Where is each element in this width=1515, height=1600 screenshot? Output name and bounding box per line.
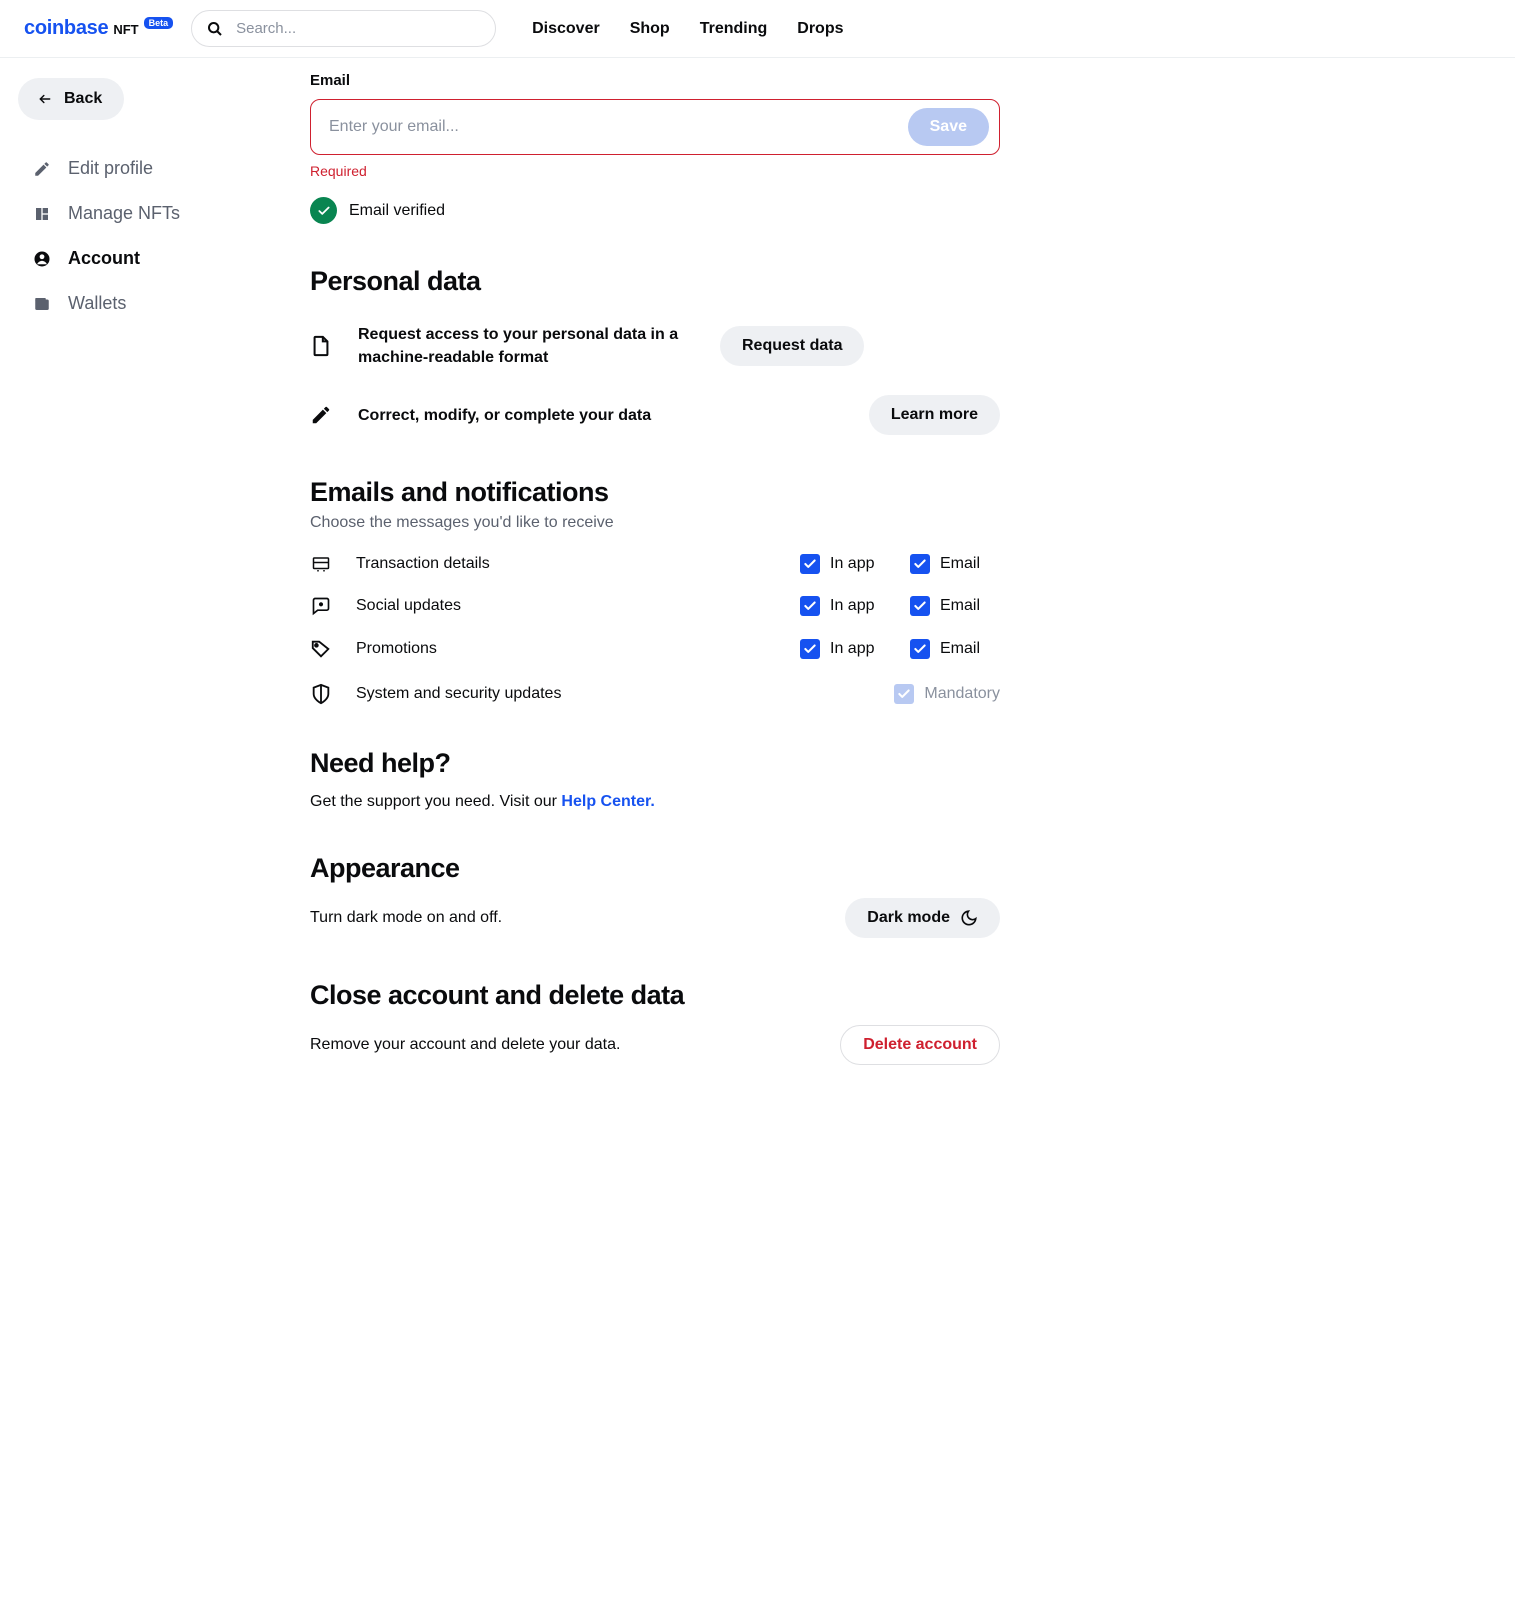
appearance-title: Appearance: [310, 853, 1000, 884]
appearance-row: Turn dark mode on and off. Dark mode: [310, 898, 1000, 938]
notif-row-security: System and security updates Mandatory: [310, 682, 1000, 706]
checkbox-email[interactable]: [910, 554, 930, 574]
back-button[interactable]: Back: [18, 78, 124, 120]
delete-account-button[interactable]: Delete account: [840, 1025, 1000, 1065]
checkbox-email[interactable]: [910, 639, 930, 659]
close-account-title: Close account and delete data: [310, 980, 1000, 1011]
shield-icon: [310, 682, 336, 706]
checkbox-label: Email: [940, 555, 980, 573]
main-content: Email Save Required Email verified Perso…: [310, 58, 1040, 1105]
check-cell-inapp: In app: [800, 639, 890, 659]
personal-data-desc: Request access to your personal data in …: [358, 323, 698, 369]
notif-row-promotions: Promotions In app Email: [310, 638, 1000, 660]
top-header: coinbase NFT Beta Discover Shop Trending…: [0, 0, 1515, 58]
back-label: Back: [64, 90, 102, 108]
sidebar-item-account[interactable]: Account: [18, 236, 292, 281]
personal-data-desc: Correct, modify, or complete your data: [358, 404, 847, 427]
moon-icon: [960, 909, 978, 927]
checkbox-inapp[interactable]: [800, 639, 820, 659]
logo-sub: NFT: [113, 22, 138, 37]
help-center-link[interactable]: Help Center.: [561, 793, 654, 810]
notif-row-social: Social updates In app Email: [310, 596, 1000, 616]
sidebar-item-label: Edit profile: [68, 158, 153, 179]
check-cell-mandatory: Mandatory: [894, 684, 1000, 704]
sidebar: Back Edit profile Manage NFTs Account: [0, 58, 310, 1105]
check-cell-inapp: In app: [800, 554, 890, 574]
arrow-left-icon: [36, 92, 54, 106]
request-data-button[interactable]: Request data: [720, 326, 864, 366]
account-icon: [32, 249, 52, 269]
sidebar-item-manage-nfts[interactable]: Manage NFTs: [18, 191, 292, 236]
email-box: Save: [310, 99, 1000, 155]
nav-shop[interactable]: Shop: [630, 20, 670, 38]
checkbox-label: Email: [940, 640, 980, 658]
pencil-icon: [310, 404, 336, 426]
search-wrap: [191, 10, 496, 47]
checkbox-mandatory: [894, 684, 914, 704]
checkbox-label: In app: [830, 597, 874, 615]
notif-label: Promotions: [356, 640, 780, 658]
chat-icon: [310, 596, 336, 616]
notifications-title: Emails and notifications: [310, 477, 1000, 508]
logo[interactable]: coinbase NFT Beta: [24, 17, 173, 40]
sidebar-item-label: Wallets: [68, 293, 126, 314]
notif-label: Transaction details: [356, 555, 780, 573]
transaction-icon: [310, 555, 336, 573]
check-cell-email: Email: [910, 596, 1000, 616]
beta-badge: Beta: [144, 17, 174, 29]
search-icon: [207, 21, 223, 37]
checkbox-inapp[interactable]: [800, 596, 820, 616]
checkbox-label: Email: [940, 597, 980, 615]
tag-icon: [310, 638, 336, 660]
main-nav: Discover Shop Trending Drops: [532, 20, 843, 38]
close-account-row: Remove your account and delete your data…: [310, 1025, 1000, 1065]
help-title: Need help?: [310, 748, 1000, 779]
learn-more-button[interactable]: Learn more: [869, 395, 1000, 435]
dark-mode-label: Dark mode: [867, 909, 950, 927]
sidebar-item-edit-profile[interactable]: Edit profile: [18, 146, 292, 191]
checkbox-email[interactable]: [910, 596, 930, 616]
email-label: Email: [310, 72, 1000, 89]
logo-main: coinbase: [24, 17, 108, 40]
help-text: Get the support you need. Visit our Help…: [310, 793, 1000, 811]
close-account-desc: Remove your account and delete your data…: [310, 1036, 620, 1054]
sidebar-item-label: Account: [68, 248, 140, 269]
check-cell-email: Email: [910, 554, 1000, 574]
email-input[interactable]: [329, 108, 908, 146]
grid-icon: [32, 204, 52, 224]
pencil-icon: [32, 159, 52, 179]
check-cell-inapp: In app: [800, 596, 890, 616]
email-verified-text: Email verified: [349, 202, 445, 220]
nav-discover[interactable]: Discover: [532, 20, 600, 38]
email-error: Required: [310, 163, 1000, 179]
appearance-desc: Turn dark mode on and off.: [310, 909, 502, 927]
checkbox-label: In app: [830, 640, 874, 658]
nav-trending[interactable]: Trending: [700, 20, 768, 38]
dark-mode-button[interactable]: Dark mode: [845, 898, 1000, 938]
checkbox-inapp[interactable]: [800, 554, 820, 574]
document-icon: [310, 333, 336, 359]
email-verified-row: Email verified: [310, 197, 1000, 224]
personal-data-row-request: Request access to your personal data in …: [310, 323, 1000, 369]
wallet-icon: [32, 294, 52, 314]
save-button[interactable]: Save: [908, 108, 989, 146]
sidebar-item-wallets[interactable]: Wallets: [18, 281, 292, 326]
notifications-sub: Choose the messages you'd like to receiv…: [310, 514, 1000, 532]
search-input[interactable]: [191, 10, 496, 47]
sidebar-item-label: Manage NFTs: [68, 203, 180, 224]
notif-label: Social updates: [356, 597, 780, 615]
check-cell-email: Email: [910, 639, 1000, 659]
check-circle-icon: [310, 197, 337, 224]
checkbox-label: Mandatory: [924, 685, 1000, 703]
notif-row-transaction: Transaction details In app Email: [310, 554, 1000, 574]
help-text-pre: Get the support you need. Visit our: [310, 793, 561, 810]
side-nav: Edit profile Manage NFTs Account Wallets: [18, 146, 292, 326]
personal-data-title: Personal data: [310, 266, 1000, 297]
checkbox-label: In app: [830, 555, 874, 573]
personal-data-row-modify: Correct, modify, or complete your data L…: [310, 395, 1000, 435]
notif-label: System and security updates: [356, 685, 874, 703]
nav-drops[interactable]: Drops: [797, 20, 843, 38]
